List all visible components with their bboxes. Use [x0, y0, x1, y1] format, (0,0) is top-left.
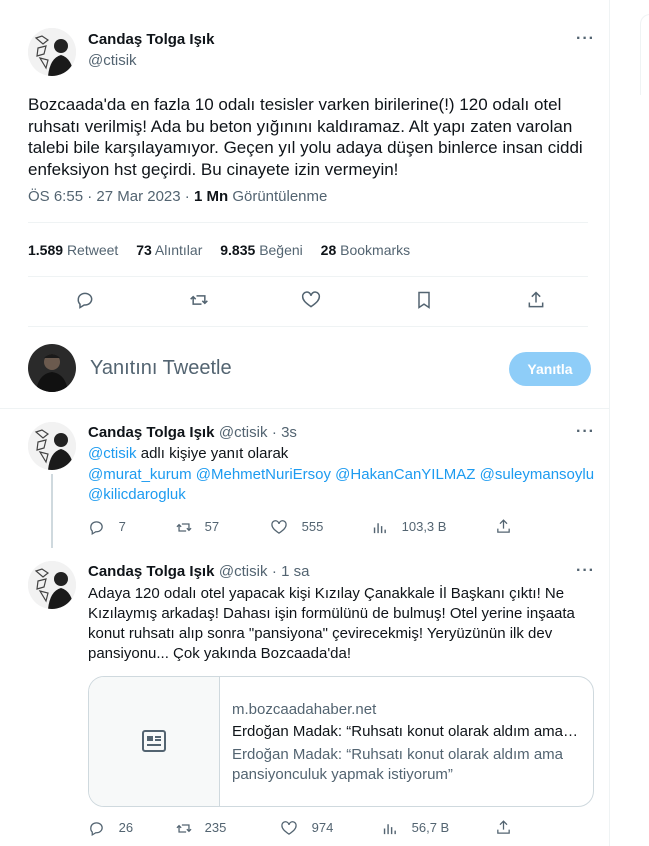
views-action[interactable]: 103,3 B [371, 519, 446, 536]
retweet-icon[interactable] [188, 290, 210, 315]
replying-handle[interactable]: @ctisik [88, 445, 137, 462]
replying-to: @ctisik adlı kişiye yanıt olarak [88, 444, 288, 464]
retweet-icon [176, 824, 192, 833]
reply-icon [90, 822, 103, 837]
stats-row: 1.589 Retweet 73 Alıntılar 9.835 Beğeni … [28, 242, 410, 258]
reply-count: 26 [118, 820, 134, 835]
retweet-count: 57 [204, 519, 220, 534]
share-icon[interactable] [495, 518, 512, 540]
retweet-action[interactable]: 57 [175, 519, 219, 536]
tweet-time[interactable]: 3s [281, 424, 297, 441]
author-name[interactable]: Candaş Tolga Işık [88, 563, 214, 580]
reply-header: Candaş Tolga Işık @ctisik · 3s [88, 424, 297, 441]
reply-action[interactable]: 26 [88, 820, 133, 837]
link-card[interactable]: m.bozcaadahaber.net Erdoğan Madak: “Ruhs… [88, 676, 594, 807]
reply-header: Candaş Tolga Işık @ctisik · 1 sa [88, 563, 310, 580]
like-icon[interactable] [300, 290, 322, 315]
share-icon[interactable] [495, 819, 512, 841]
timeline-column: Candaş Tolga Işık @ctisik ··· Bozcaada'd… [0, 0, 610, 846]
retweet-icon [176, 523, 192, 532]
more-icon[interactable]: ··· [576, 562, 595, 580]
tweet-date[interactable]: 27 Mar 2023 [96, 188, 180, 205]
likes-stat[interactable]: 9.835 Beğeni [220, 242, 303, 258]
sidebar-panel-edge [640, 14, 649, 95]
author-handle[interactable]: @ctisik [88, 52, 137, 69]
divider [28, 276, 588, 277]
analytics-icon [383, 824, 396, 835]
avatar[interactable] [28, 28, 76, 76]
retweet-count: 235 [204, 820, 227, 835]
card-title: Erdoğan Madak: “Ruhsatı konut olarak ald… [232, 723, 579, 740]
tweet-time[interactable]: 1 sa [281, 563, 309, 580]
share-icon[interactable] [526, 290, 546, 315]
thread-line [51, 474, 53, 548]
views-count: 56,7 B [411, 820, 450, 835]
composer-avatar[interactable] [28, 344, 76, 392]
quotes-stat[interactable]: 73 Alıntılar [136, 242, 202, 258]
reply-count: 7 [118, 519, 126, 534]
author-name[interactable]: Candaş Tolga Işık [88, 31, 214, 48]
like-count: 555 [301, 519, 324, 534]
sidebar-edge [610, 0, 649, 846]
tweet-time[interactable]: ÖS 6:55 [28, 188, 83, 205]
divider [0, 408, 609, 409]
article-icon [142, 730, 166, 757]
tweet-text: Bozcaada'da en fazla 10 odalı tesisler v… [28, 95, 583, 179]
tweet-meta: ÖS 6:55 · 27 Mar 2023 · 1 Mn Görüntülenm… [28, 188, 328, 205]
divider [28, 222, 588, 223]
reply-button[interactable]: Yanıtla [509, 352, 591, 386]
card-thumbnail [89, 677, 220, 806]
like-action[interactable]: 555 [270, 519, 323, 536]
bookmarks-stat[interactable]: 28 Bookmarks [321, 242, 411, 258]
views-action[interactable]: 56,7 B [381, 820, 449, 837]
like-count: 974 [311, 820, 334, 835]
like-icon [271, 520, 287, 535]
views-count: 1 Mn [193, 188, 229, 205]
analytics-icon [373, 523, 386, 534]
avatar[interactable] [28, 561, 76, 609]
reply-icon [90, 521, 103, 536]
author-handle[interactable]: @ctisik [219, 563, 268, 580]
mentions[interactable]: @murat_kurum @MehmetNuriErsoy @HakanCanY… [88, 465, 598, 505]
reply-input[interactable]: Yanıtını Tweetle [90, 357, 232, 380]
views-count: 103,3 B [401, 519, 447, 534]
more-icon[interactable]: ··· [576, 30, 595, 48]
author-name[interactable]: Candaş Tolga Işık [88, 424, 214, 441]
author-handle[interactable]: @ctisik [219, 424, 268, 441]
reply-action[interactable]: 7 [88, 519, 126, 536]
retweet-action[interactable]: 235 [175, 820, 226, 837]
avatar[interactable] [28, 422, 76, 470]
retweets-stat[interactable]: 1.589 Retweet [28, 242, 118, 258]
views-label: Görüntülenme [232, 188, 328, 205]
card-description: Erdoğan Madak: “Ruhsatı konut olarak ald… [232, 746, 564, 783]
card-domain: m.bozcaadahaber.net [232, 701, 377, 718]
reply-icon[interactable] [75, 290, 95, 315]
more-icon[interactable]: ··· [576, 423, 595, 441]
bookmark-icon[interactable] [414, 290, 434, 315]
like-action[interactable]: 974 [280, 820, 333, 837]
divider [28, 326, 588, 327]
replying-suffix: adlı kişiye yanıt olarak [140, 445, 289, 462]
tweet-text: Adaya 120 odalı otel yapacak kişi Kızıla… [88, 585, 575, 662]
like-icon [281, 821, 297, 836]
